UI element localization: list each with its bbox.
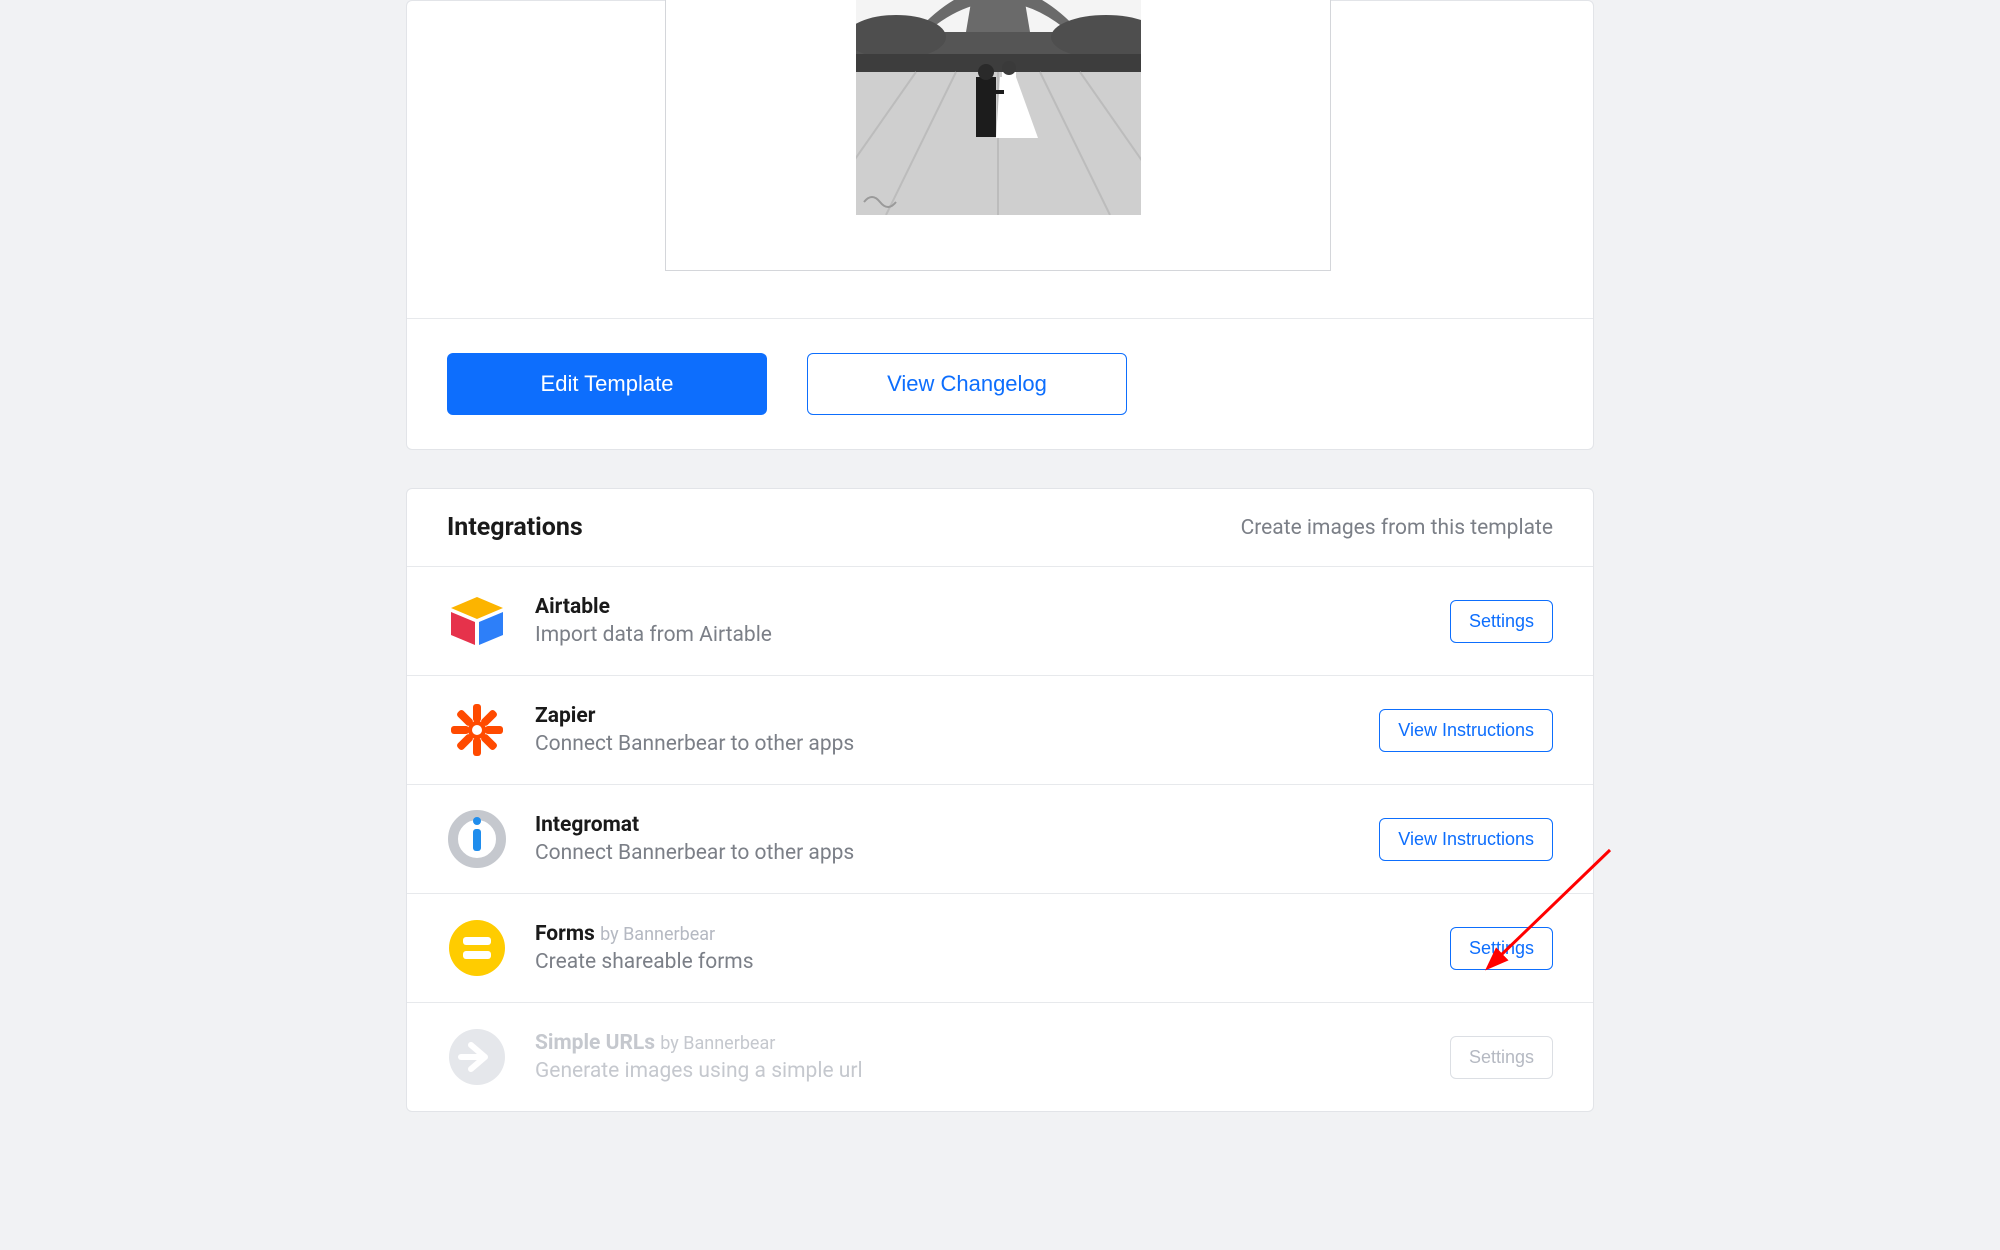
zapier-icon — [447, 700, 507, 760]
integrations-hint: Create images from this template — [1241, 516, 1553, 540]
integration-title: Integromat — [535, 813, 639, 837]
integration-subtitle: Connect Bannerbear to other apps — [535, 732, 854, 756]
template-preview-area — [407, 1, 1593, 319]
forms-icon — [447, 918, 507, 978]
edit-template-button[interactable]: Edit Template — [447, 353, 767, 415]
integration-row-zapier: Zapier Connect Bannerbear to other apps … — [407, 675, 1593, 784]
integration-title: Zapier — [535, 704, 595, 728]
integration-subtitle: Import data from Airtable — [535, 623, 772, 647]
integration-title: Airtable — [535, 595, 610, 619]
integrations-heading: Integrations — [447, 513, 583, 542]
integration-title: Simple URLs — [535, 1031, 655, 1055]
integration-byline: by Bannerbear — [600, 924, 715, 945]
integration-row-airtable: Airtable Import data from Airtable Setti… — [407, 566, 1593, 675]
integration-subtitle: Create shareable forms — [535, 950, 754, 974]
integromat-icon — [447, 809, 507, 869]
template-main-photo — [856, 0, 1141, 215]
integration-subtitle: Connect Bannerbear to other apps — [535, 841, 854, 865]
template-actions-row: Edit Template View Changelog — [407, 319, 1593, 449]
integration-settings-button[interactable]: Settings — [1450, 600, 1553, 643]
integration-instructions-button[interactable]: View Instructions — [1379, 818, 1553, 861]
simple-urls-icon — [447, 1027, 507, 1087]
integration-title: Forms — [535, 922, 595, 946]
integration-instructions-button[interactable]: View Instructions — [1379, 709, 1553, 752]
integration-row-simple-urls: Simple URLs by Bannerbear Generate image… — [407, 1002, 1593, 1111]
template-preview-card: Edit Template View Changelog — [406, 0, 1594, 450]
integration-settings-button[interactable]: Settings — [1450, 927, 1553, 970]
view-changelog-button[interactable]: View Changelog — [807, 353, 1127, 415]
integration-row-forms: Forms by Bannerbear Create shareable for… — [407, 893, 1593, 1002]
integrations-header: Integrations Create images from this tem… — [407, 489, 1593, 566]
airtable-icon — [447, 591, 507, 651]
integration-byline: by Bannerbear — [660, 1033, 775, 1054]
integration-subtitle: Generate images using a simple url — [535, 1059, 863, 1083]
integration-settings-button-disabled: Settings — [1450, 1036, 1553, 1079]
integration-row-integromat: Integromat Connect Bannerbear to other a… — [407, 784, 1593, 893]
template-frame — [665, 0, 1331, 271]
integrations-card: Integrations Create images from this tem… — [406, 488, 1594, 1112]
